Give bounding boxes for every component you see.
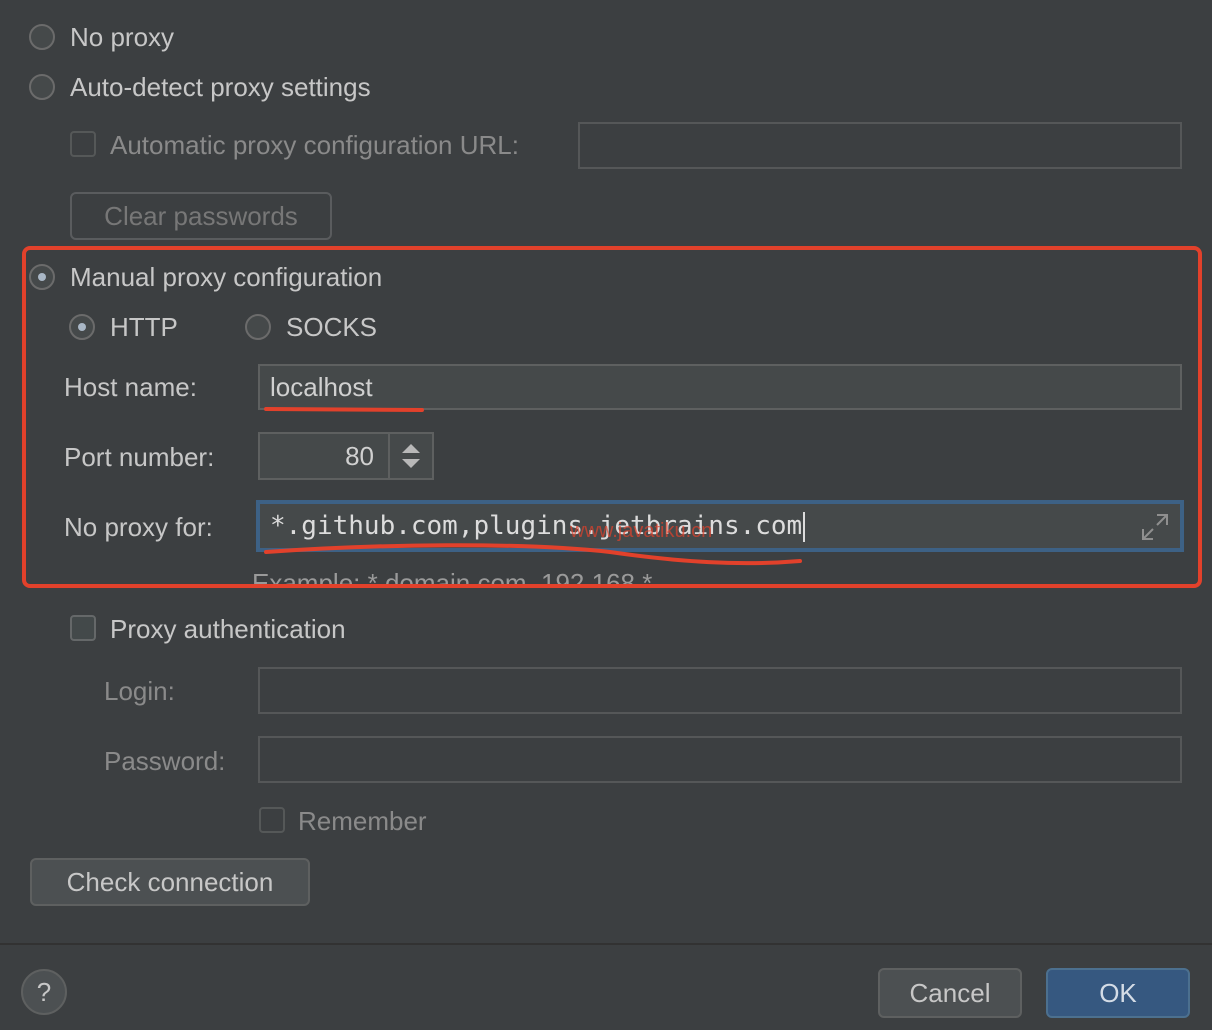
spinner-arrows-icon[interactable] [390,434,432,478]
cancel-button[interactable]: Cancel [878,968,1022,1018]
password-input[interactable] [258,736,1182,783]
port-number-label: Port number: [64,442,215,472]
no-proxy-for-label: No proxy for: [64,512,213,542]
check-connection-button[interactable]: Check connection [30,858,310,906]
remember-checkbox[interactable] [259,807,285,833]
ok-button[interactable]: OK [1046,968,1190,1018]
proxy-auth-label[interactable]: Proxy authentication [110,614,346,644]
http-label[interactable]: HTTP [110,312,178,342]
text-cursor [803,511,806,542]
manual-proxy-radio[interactable] [29,264,55,290]
clear-passwords-button[interactable]: Clear passwords [70,192,332,240]
login-input[interactable] [258,667,1182,714]
port-spinner[interactable] [388,432,434,480]
password-label: Password: [104,746,226,776]
http-radio-dot [78,323,86,331]
watermark: www.javatiku.cn [570,520,713,542]
help-button[interactable]: ? [21,969,67,1015]
socks-radio[interactable] [245,314,271,340]
port-number-value: 80 [345,441,374,471]
proxy-auth-checkbox[interactable] [70,615,96,641]
remember-label: Remember [298,806,427,836]
no-proxy-label[interactable]: No proxy [70,22,174,52]
auto-config-url-input[interactable] [578,122,1182,169]
manual-proxy-label[interactable]: Manual proxy configuration [70,262,382,292]
port-number-input[interactable]: 80 [258,432,390,480]
host-name-label: Host name: [64,372,197,402]
expand-icon[interactable] [1140,512,1170,542]
no-proxy-example: Example: *.domain.com, 192.168.* [252,568,653,586]
footer-divider [0,943,1212,945]
manual-proxy-radio-dot [38,273,46,281]
no-proxy-radio[interactable] [29,24,55,50]
auto-config-url-checkbox[interactable] [70,131,96,157]
proxy-settings-dialog: No proxy Auto-detect proxy settings Auto… [0,0,1212,1030]
socks-label[interactable]: SOCKS [286,312,377,342]
login-label: Login: [104,676,175,706]
http-radio[interactable] [69,314,95,340]
help-icon: ? [36,977,52,1007]
auto-detect-label[interactable]: Auto-detect proxy settings [70,72,371,102]
auto-detect-radio[interactable] [29,74,55,100]
no-proxy-for-value: *.github.com,plugins.jetbrains.com [270,511,803,541]
host-name-input[interactable]: localhost [258,364,1182,410]
auto-config-url-label: Automatic proxy configuration URL: [110,130,519,160]
no-proxy-for-input[interactable]: *.github.com,plugins.jetbrains.com [258,502,1182,550]
top-cutoff-strip [0,0,1212,6]
